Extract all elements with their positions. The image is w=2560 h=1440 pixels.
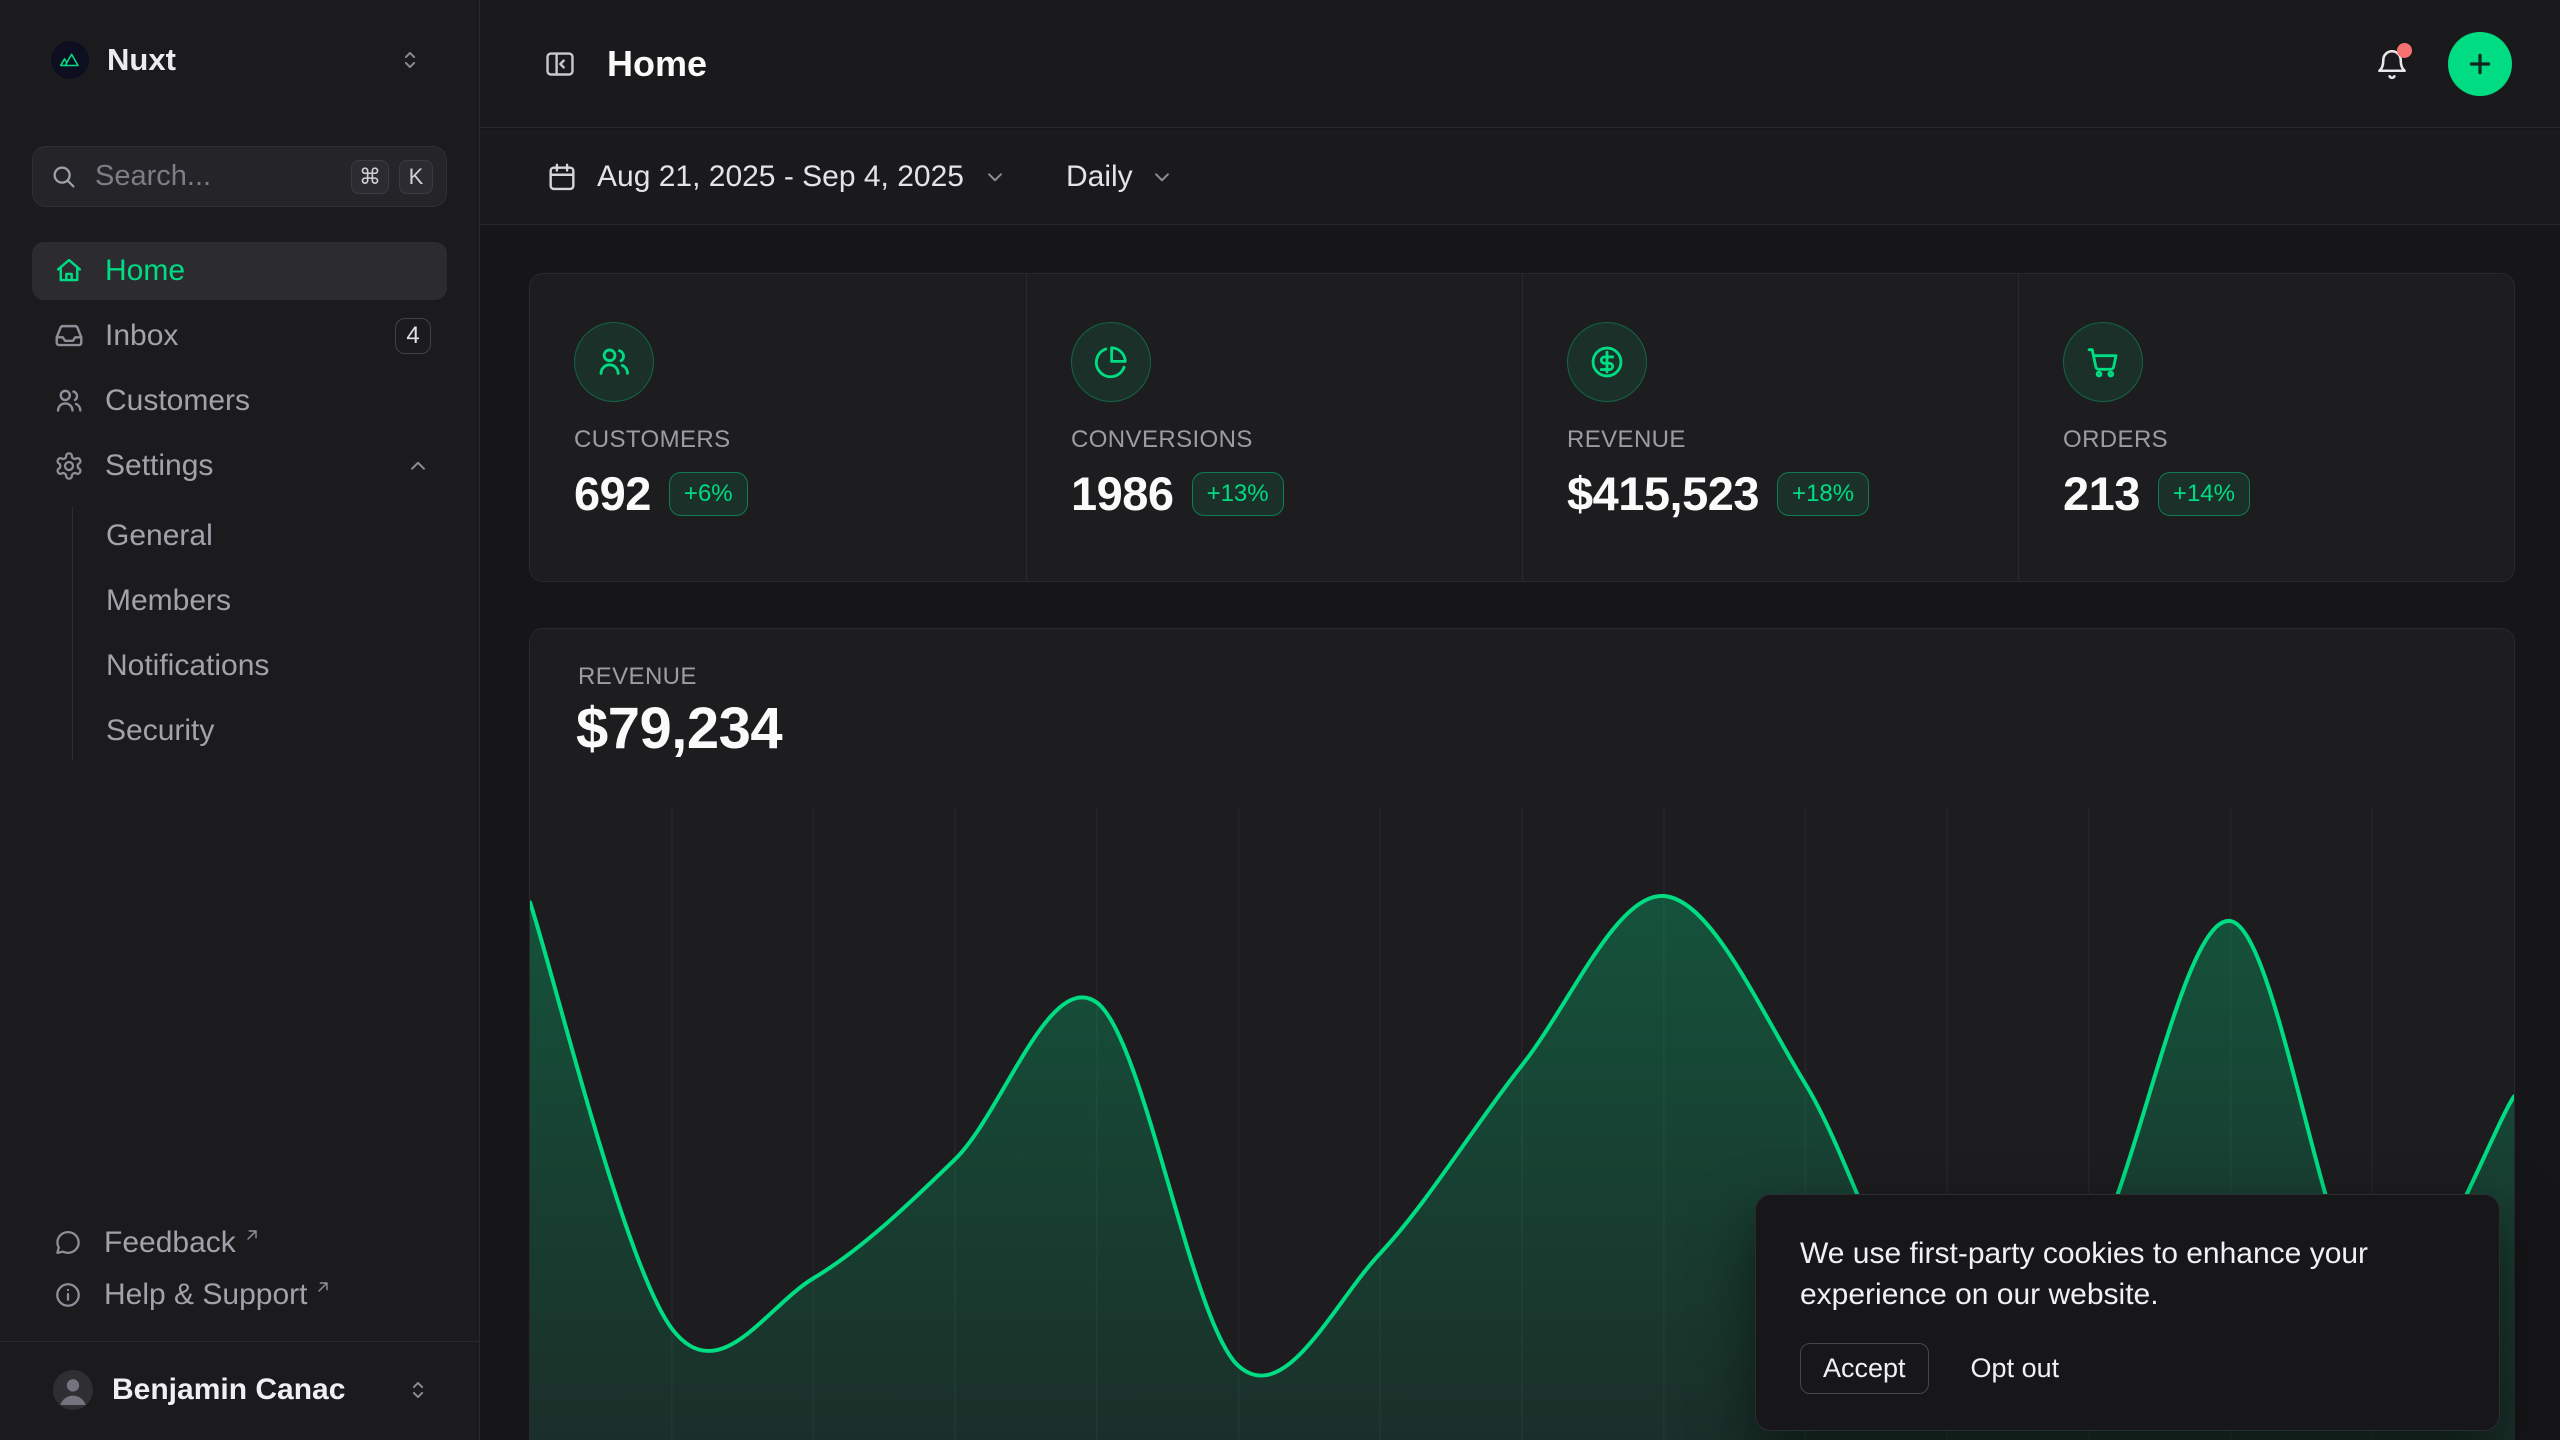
info-circle-icon [53, 1280, 83, 1310]
workspace-name: Nuxt [107, 42, 176, 78]
revenue-chart-label: REVENUE [578, 663, 697, 691]
stat-delta-badge: +13% [1192, 472, 1284, 516]
sidebar: Nuxt Search... ⌘ K Home [0, 0, 480, 1440]
stat-value: 692 [574, 466, 651, 521]
page-title: Home [607, 43, 707, 85]
sidebar-item-home[interactable]: Home [32, 242, 447, 300]
stat-delta-badge: +18% [1777, 472, 1869, 516]
cookie-banner: We use first-party cookies to enhance yo… [1755, 1194, 2500, 1431]
notification-dot [2397, 43, 2412, 58]
sidebar-item-label: Home [105, 254, 185, 288]
sidebar-item-label: Feedback [104, 1226, 236, 1260]
settings-subnav: General Members Notifications Security [72, 507, 447, 760]
sidebar-item-settings[interactable]: Settings [32, 437, 447, 495]
home-icon [53, 255, 85, 287]
user-menu[interactable]: Benjamin Canac [32, 1348, 447, 1432]
search-icon [49, 162, 79, 192]
sidebar-item-security[interactable]: Security [106, 702, 447, 760]
date-range-value: Aug 21, 2025 - Sep 4, 2025 [597, 160, 964, 194]
search-placeholder: Search... [95, 160, 211, 193]
cart-icon [2063, 322, 2143, 402]
opt-out-button[interactable]: Opt out [1971, 1344, 2060, 1393]
sidebar-divider [0, 1341, 479, 1342]
external-link-icon [315, 1279, 331, 1295]
sidebar-nav: Home Inbox 4 Customers [32, 242, 447, 760]
stat-card-orders: ORDERS 213 +14% [2018, 274, 2514, 581]
chevron-up-icon [405, 453, 431, 479]
sidebar-spacer [32, 760, 447, 1217]
search-shortcut: ⌘ K [351, 160, 433, 194]
expand-chevrons-icon [405, 1377, 431, 1403]
stat-value: 213 [2063, 466, 2140, 521]
sidebar-item-inbox[interactable]: Inbox 4 [32, 307, 447, 365]
stat-card-revenue: REVENUE $415,523 +18% [1522, 274, 2018, 581]
nuxt-logo-icon [51, 41, 89, 79]
dollar-circle-icon [1567, 322, 1647, 402]
sidebar-item-label: Settings [105, 449, 213, 483]
sidebar-item-label: Help & Support [104, 1278, 307, 1312]
kbd-cmd: ⌘ [351, 160, 389, 194]
chevron-down-icon [982, 164, 1008, 190]
kbd-k: K [399, 160, 433, 194]
users-icon [53, 385, 85, 417]
add-button[interactable] [2448, 32, 2512, 96]
stat-card-customers: CUSTOMERS 692 +6% [530, 274, 1026, 581]
stat-label: CONVERSIONS [1071, 426, 1478, 454]
calendar-icon [545, 160, 579, 194]
sidebar-item-members[interactable]: Members [106, 572, 447, 630]
stat-card-conversions: CONVERSIONS 1986 +13% [1026, 274, 1522, 581]
accept-button[interactable]: Accept [1800, 1343, 1929, 1394]
avatar [53, 1370, 93, 1410]
users-icon [574, 322, 654, 402]
sidebar-item-help-support[interactable]: Help & Support [32, 1269, 447, 1321]
sidebar-item-label: Inbox [105, 319, 178, 353]
header-actions [2374, 32, 2512, 96]
stat-delta-badge: +6% [669, 472, 748, 516]
stats-grid: CUSTOMERS 692 +6% CONVERSIONS 1986 +13% [529, 273, 2515, 582]
filters-toolbar: Aug 21, 2025 - Sep 4, 2025 Daily [480, 129, 2560, 225]
chat-bubble-icon [53, 1228, 83, 1258]
chevron-down-icon [1149, 164, 1175, 190]
inbox-icon [53, 320, 85, 352]
stat-label: CUSTOMERS [574, 426, 982, 454]
expand-chevrons-icon [397, 47, 423, 73]
revenue-chart-total: $79,234 [576, 695, 782, 762]
stat-value: $415,523 [1567, 466, 1759, 521]
granularity-select[interactable]: Daily [1066, 160, 1175, 194]
gear-icon [53, 450, 85, 482]
stat-delta-badge: +14% [2158, 472, 2250, 516]
stat-value: 1986 [1071, 466, 1174, 521]
sidebar-item-notifications[interactable]: Notifications [106, 637, 447, 695]
granularity-value: Daily [1066, 160, 1133, 194]
stat-label: REVENUE [1567, 426, 1974, 454]
inbox-count-badge: 4 [395, 318, 431, 354]
external-link-icon [244, 1227, 260, 1243]
notifications-button[interactable] [2374, 46, 2410, 82]
workspace-switcher[interactable]: Nuxt [32, 28, 447, 92]
sidebar-item-label: Customers [105, 384, 250, 418]
sidebar-item-general[interactable]: General [106, 507, 447, 565]
date-range-picker[interactable]: Aug 21, 2025 - Sep 4, 2025 [545, 160, 1008, 194]
page-header: Home [480, 0, 2560, 128]
stat-label: ORDERS [2063, 426, 2470, 454]
sidebar-toggle-button[interactable] [543, 47, 577, 81]
user-name: Benjamin Canac [112, 1373, 345, 1407]
search-input[interactable]: Search... ⌘ K [32, 146, 447, 207]
sidebar-item-feedback[interactable]: Feedback [32, 1217, 447, 1269]
sidebar-item-customers[interactable]: Customers [32, 372, 447, 430]
pie-chart-icon [1071, 322, 1151, 402]
cookie-message: We use first-party cookies to enhance yo… [1800, 1233, 2455, 1315]
